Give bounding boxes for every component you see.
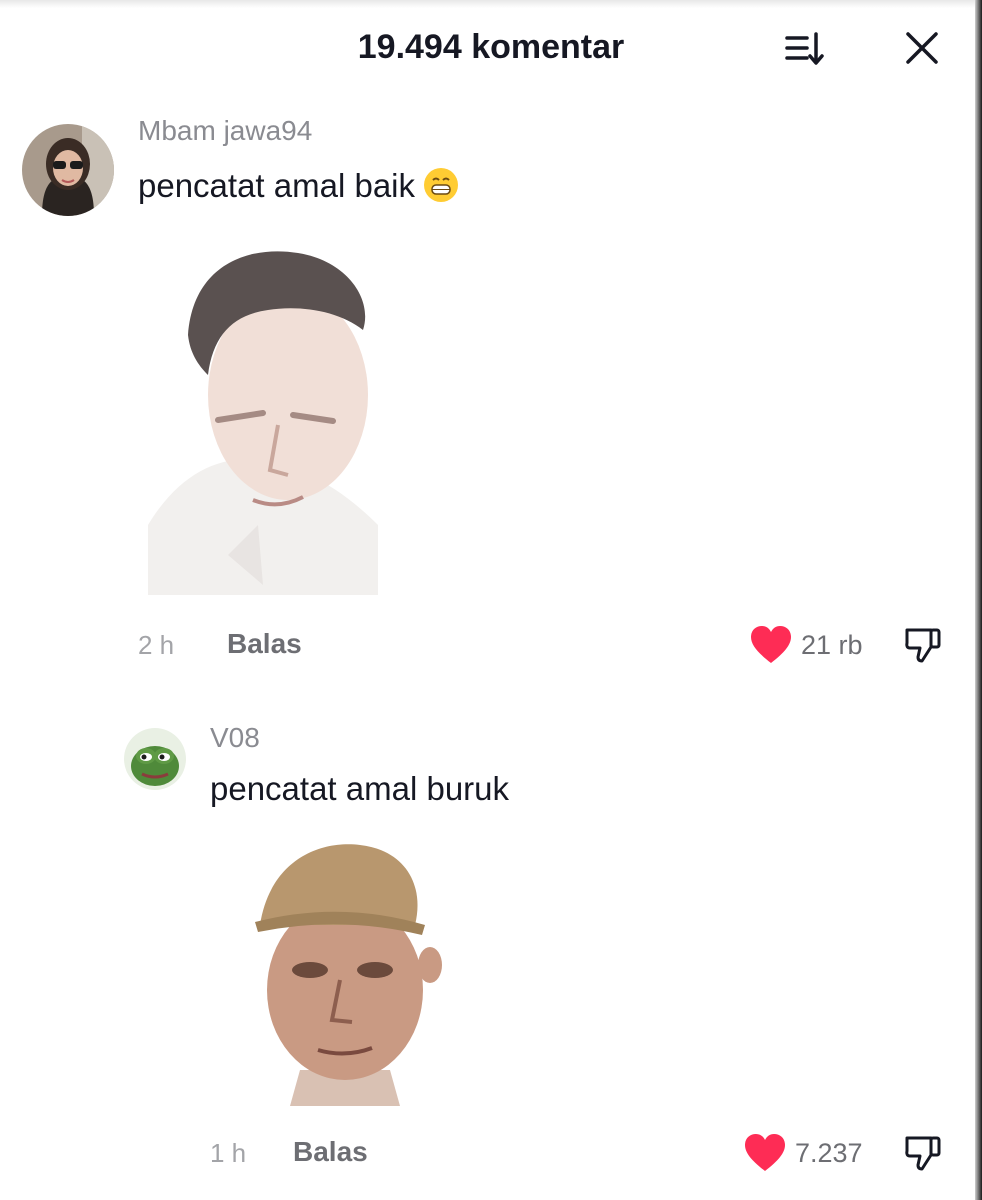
reply-button[interactable]: Balas bbox=[293, 1136, 368, 1168]
heart-icon[interactable] bbox=[750, 625, 792, 665]
close-icon[interactable] bbox=[900, 26, 944, 70]
comment-time: 1 h bbox=[210, 1138, 247, 1168]
comment-text: pencatat amal baik bbox=[138, 167, 459, 205]
sort-icon[interactable] bbox=[783, 26, 827, 70]
comment-text-content: pencatat amal baik bbox=[138, 167, 416, 204]
heart-icon[interactable] bbox=[744, 1133, 786, 1173]
comment-username[interactable]: V08 bbox=[210, 722, 260, 754]
reply-button[interactable]: Balas bbox=[227, 628, 302, 660]
grinning-emoji-icon bbox=[423, 167, 459, 203]
comments-header: 19.494 komentar bbox=[0, 0, 982, 100]
comment-text: pencatat amal buruk bbox=[210, 770, 510, 807]
like-count: 21 rb bbox=[801, 630, 863, 660]
comment-count-title: 19.494 komentar bbox=[357, 28, 625, 66]
dislike-icon[interactable] bbox=[903, 625, 943, 665]
comment-time: 2 h bbox=[138, 630, 175, 660]
comment-username[interactable]: Mbam jawa94 bbox=[138, 115, 312, 147]
comment-photo[interactable] bbox=[210, 830, 470, 1120]
like-count: 7.237 bbox=[795, 1138, 863, 1168]
dislike-icon[interactable] bbox=[903, 1133, 943, 1173]
comment-photo[interactable] bbox=[138, 225, 438, 595]
avatar[interactable] bbox=[124, 728, 186, 790]
right-edge-shadow bbox=[975, 0, 982, 1200]
avatar[interactable] bbox=[22, 124, 114, 216]
